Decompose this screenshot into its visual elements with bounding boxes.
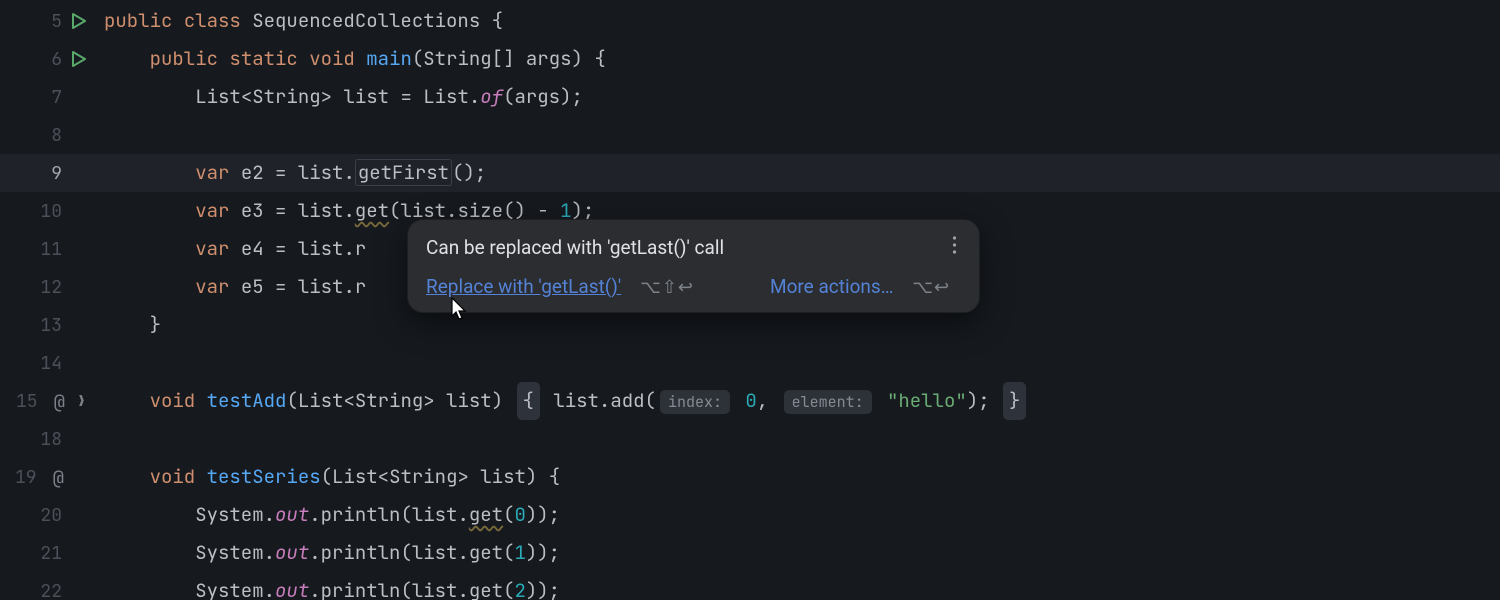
gutter-line[interactable]: 20 (0, 496, 100, 534)
gutter-line[interactable]: 18 (0, 420, 100, 458)
line-number: 20 (34, 504, 62, 527)
line-number: 14 (34, 352, 62, 375)
gutter-line[interactable]: 12 (0, 268, 100, 306)
code-line[interactable]: System.out.println(list.get(1)); (100, 534, 1500, 572)
code-editor[interactable]: 5 6 7 8 9 10 11 12 13 14 15 @ ❯ 18 19 @ (0, 0, 1500, 600)
more-actions-link[interactable]: More actions… (770, 275, 893, 298)
inspection-message: Can be replaced with 'getLast()' call (426, 236, 948, 259)
shortcut-hint: ⌥⇧↩ (640, 277, 694, 298)
gutter-line[interactable]: 9 (0, 154, 100, 192)
code-line[interactable]: void testSeries(List<String> list) { (100, 458, 1500, 496)
gutter-line[interactable]: 22 (0, 572, 100, 600)
gutter-line[interactable]: 15 @ ❯ (0, 382, 100, 420)
line-number: 5 (34, 10, 62, 33)
code-line[interactable]: public static void main(String[] args) { (100, 40, 1500, 78)
param-hint: element: (784, 390, 872, 414)
run-icon[interactable] (72, 13, 86, 29)
gutter-line[interactable]: 19 @ (0, 458, 100, 496)
gutter: 5 6 7 8 9 10 11 12 13 14 15 @ ❯ 18 19 @ (0, 0, 100, 600)
gutter-line[interactable]: 8 (0, 116, 100, 154)
line-number: 12 (34, 276, 62, 299)
gutter-line[interactable]: 5 (0, 2, 100, 40)
gutter-line[interactable]: 21 (0, 534, 100, 572)
shortcut-hint: ⌥↩ (912, 277, 950, 298)
code-line[interactable] (100, 116, 1500, 154)
gutter-line[interactable]: 13 (0, 306, 100, 344)
line-number: 10 (34, 200, 62, 223)
code-line[interactable] (100, 344, 1500, 382)
code-line[interactable]: var e2 = list.getFirst(); (100, 154, 1500, 192)
line-number: 19 (9, 466, 37, 489)
line-number: 22 (34, 580, 62, 600)
line-number: 18 (34, 428, 62, 451)
fold-brace[interactable]: { (517, 382, 540, 420)
code-line[interactable] (100, 420, 1500, 458)
gutter-line[interactable]: 7 (0, 78, 100, 116)
line-number: 15 (10, 390, 38, 413)
line-number: 8 (34, 124, 62, 147)
code-line[interactable]: System.out.println(list.get(2)); (100, 572, 1500, 600)
override-icon[interactable]: @ (54, 389, 65, 414)
gutter-line[interactable]: 11 (0, 230, 100, 268)
gutter-line[interactable]: 14 (0, 344, 100, 382)
override-icon[interactable]: @ (53, 465, 64, 490)
line-number: 6 (34, 48, 62, 71)
gutter-line[interactable]: 10 (0, 192, 100, 230)
code-line[interactable]: System.out.println(list.get(0)); (100, 496, 1500, 534)
param-hint: index: (660, 390, 730, 414)
chevron-right-icon[interactable]: ❯ (77, 391, 86, 411)
gutter-line[interactable]: 6 (0, 40, 100, 78)
line-number: 21 (34, 542, 62, 565)
run-icon[interactable] (72, 51, 86, 67)
code-line[interactable]: List<String> list = List.of(args); (100, 78, 1500, 116)
kebab-menu-icon[interactable] (948, 236, 961, 259)
line-number: 11 (34, 238, 62, 261)
line-number: 7 (34, 86, 62, 109)
intention-popup: Can be replaced with 'getLast()' call Re… (407, 219, 980, 313)
fold-brace[interactable]: } (1003, 382, 1026, 420)
quickfix-replace-link[interactable]: Replace with 'getLast()' (426, 275, 621, 298)
line-number: 9 (34, 162, 62, 185)
code-line[interactable]: void testAdd(List<String> list) { list.a… (100, 382, 1500, 420)
code-line[interactable]: public class SequencedCollections { (100, 2, 1500, 40)
line-number: 13 (34, 314, 62, 337)
